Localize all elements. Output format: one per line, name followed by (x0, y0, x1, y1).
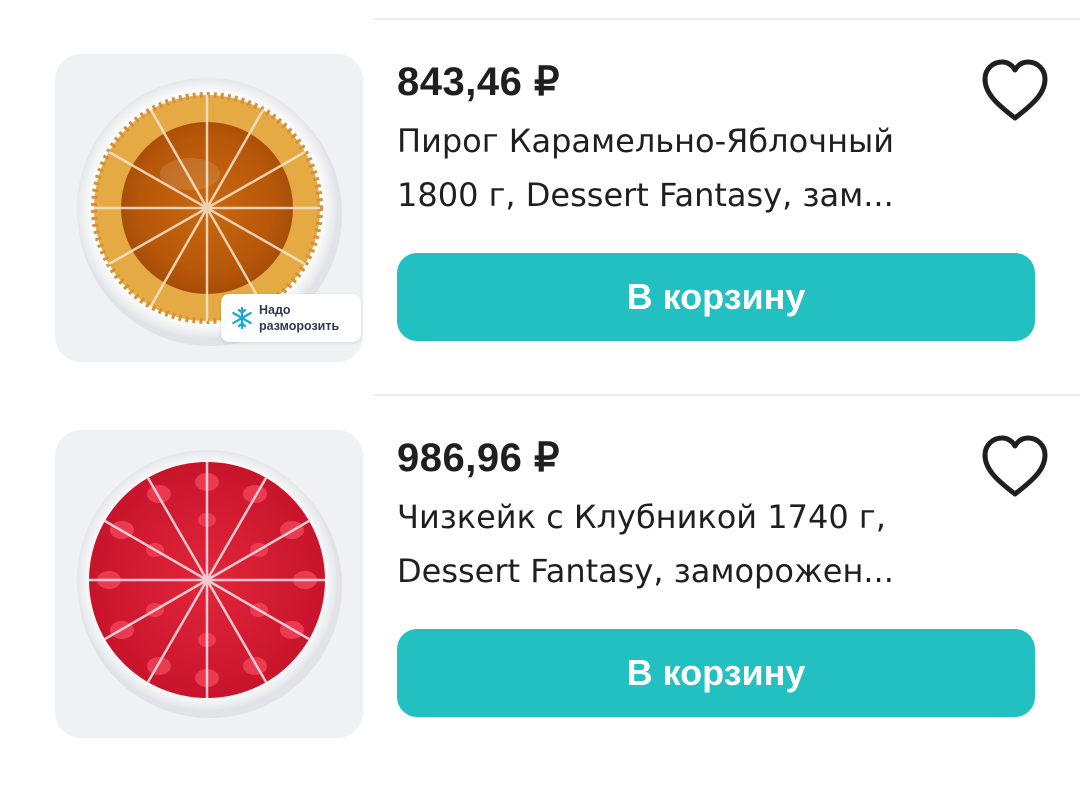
snowflake-icon (232, 306, 252, 330)
product-title-line: Dessert Fantasy, заморожен... (397, 552, 894, 590)
product-title[interactable]: Пирог Карамельно-Яблочный 1800 г, Desser… (397, 114, 977, 222)
defrost-badge: Надо разморозить (221, 294, 361, 342)
heart-outline-icon[interactable] (980, 58, 1050, 124)
divider-middle (374, 394, 1080, 396)
strawberry-cheesecake-image (77, 450, 342, 718)
product-price: 843,46 ₽ (397, 60, 560, 104)
add-to-cart-button[interactable]: В корзину (397, 629, 1035, 717)
product-price: 986,96 ₽ (397, 436, 560, 480)
product-image[interactable]: Надо разморозить (55, 54, 363, 362)
product-title[interactable]: Чизкейк с Клубникой 1740 г, Dessert Fant… (397, 490, 977, 598)
heart-outline-icon[interactable] (980, 434, 1050, 500)
product-title-line: 1800 г, Dessert Fantasy, зам... (397, 176, 894, 214)
add-to-cart-button[interactable]: В корзину (397, 253, 1035, 341)
product-title-line: Пирог Карамельно-Яблочный (397, 122, 895, 160)
product-image[interactable] (55, 430, 363, 738)
product-card: 986,96 ₽ Чизкейк с Клубникой 1740 г, Des… (0, 430, 1080, 740)
product-title-line: Чизкейк с Клубникой 1740 г, (397, 498, 886, 536)
defrost-badge-label: Надо разморозить (259, 303, 340, 333)
divider-top (374, 18, 1080, 20)
product-card: Надо разморозить 843,46 ₽ Пирог Карамель… (0, 54, 1080, 364)
